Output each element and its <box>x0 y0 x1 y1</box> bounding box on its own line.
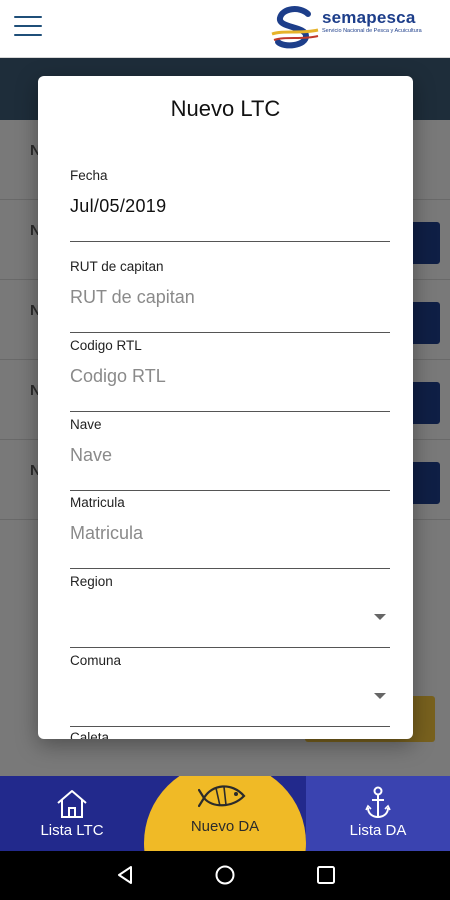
matricula-field: Matricula <box>70 495 390 569</box>
nave-input[interactable] <box>70 439 390 471</box>
dialog-title: Nuevo LTC <box>170 96 281 121</box>
nave-field: Nave <box>70 417 390 491</box>
semapesca-emblem-icon <box>271 6 319 49</box>
logo-name: semapesca <box>322 8 416 27</box>
system-navigation-bar <box>0 851 450 900</box>
home-circle-icon[interactable] <box>214 864 236 886</box>
codigo-rtl-input[interactable] <box>70 360 390 392</box>
nav-nuevo-da[interactable]: Nuevo DA <box>144 776 306 851</box>
bottom-navigation: Lista LTC Nuevo DA Lista DA <box>0 776 450 851</box>
fecha-label: Fecha <box>70 168 108 183</box>
nuevo-ltc-dialog: Nuevo LTC Fecha Jul/05/2019 RUT de capit… <box>38 76 413 739</box>
hamburger-menu-icon[interactable] <box>14 16 42 38</box>
back-icon[interactable] <box>114 864 136 886</box>
codigo-rtl-field: Codigo RTL <box>70 338 390 412</box>
rut-capitan-field: RUT de capitan <box>70 259 390 333</box>
fecha-value[interactable]: Jul/05/2019 <box>70 196 166 217</box>
region-dropdown-arrow-icon[interactable] <box>374 614 386 620</box>
nav-lista-da-label: Lista DA <box>349 822 407 839</box>
semapesca-logo: semapesca Servicio Nacional de Pesca y A… <box>270 4 440 54</box>
nav-lista-ltc-label: Lista LTC <box>40 822 104 839</box>
recents-square-icon[interactable] <box>315 864 337 886</box>
region-label: Region <box>70 574 113 589</box>
fish-icon <box>198 785 246 808</box>
fecha-field[interactable]: Fecha Jul/05/2019 <box>70 168 390 242</box>
region-select[interactable]: Region <box>70 574 390 648</box>
codigo-rtl-label: Codigo RTL <box>70 338 142 353</box>
rut-capitan-label: RUT de capitan <box>70 259 164 274</box>
nav-lista-da[interactable]: Lista DA <box>306 776 450 851</box>
anchor-icon <box>365 786 391 819</box>
comuna-dropdown-arrow-icon[interactable] <box>374 693 386 699</box>
home-icon <box>57 790 87 818</box>
matricula-label: Matricula <box>70 495 125 510</box>
nav-nuevo-da-label: Nuevo DA <box>190 818 260 835</box>
rut-capitan-input[interactable] <box>70 281 390 313</box>
nave-label: Nave <box>70 417 102 432</box>
app-bar: semapesca Servicio Nacional de Pesca y A… <box>0 0 450 58</box>
nav-lista-ltc[interactable]: Lista LTC <box>0 776 144 851</box>
comuna-label: Comuna <box>70 653 122 668</box>
caleta-label: Caleta <box>70 730 110 739</box>
comuna-select[interactable]: Comuna <box>70 653 390 727</box>
matricula-input[interactable] <box>70 517 390 549</box>
logo-subtitle: Servicio Nacional de Pesca y Acuicultura <box>322 28 422 34</box>
